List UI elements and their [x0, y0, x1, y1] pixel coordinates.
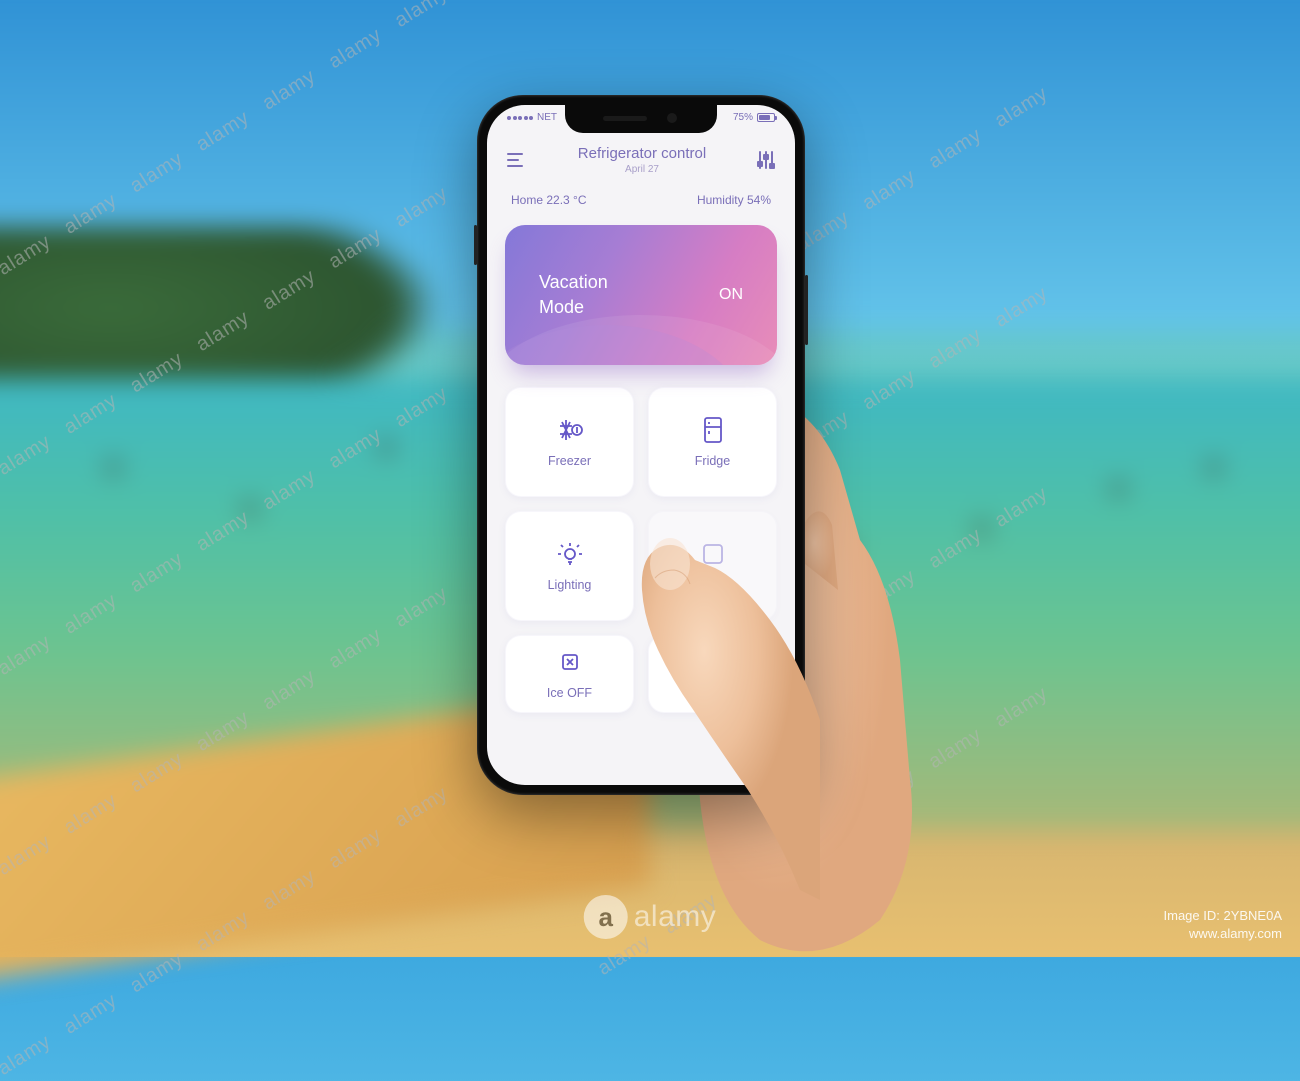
- ice-icon: [556, 648, 584, 676]
- humidity: Humidity 54%: [697, 193, 771, 207]
- battery-percent: 75%: [733, 112, 753, 123]
- tile-label: Filter: [699, 686, 727, 700]
- control-tiles: Freezer Fridge Lighting: [487, 365, 795, 713]
- phone-notch: [565, 105, 717, 133]
- ice-tile[interactable]: Ice OFF: [505, 635, 634, 713]
- filter-icon: [699, 648, 727, 676]
- menu-icon[interactable]: [507, 150, 527, 170]
- freezer-tile[interactable]: Freezer: [505, 387, 634, 497]
- freezer-icon: [556, 416, 584, 444]
- carrier-label: NET: [537, 112, 557, 123]
- vacation-mode-card[interactable]: Vacation Mode ON: [505, 225, 777, 365]
- home-temp: Home 22.3 °C: [511, 193, 587, 207]
- image-id: Image ID: 2YBNE0A www.alamy.com: [1164, 907, 1283, 943]
- fridge-tile[interactable]: Fridge: [648, 387, 777, 497]
- tile-label: Ice OFF: [547, 686, 592, 700]
- stats-row: Home 22.3 °C Humidity 54%: [487, 187, 795, 225]
- tile-label: Freezer: [548, 454, 591, 468]
- battery-icon: [757, 113, 775, 122]
- fridge-icon: [699, 416, 727, 444]
- vacation-title: Vacation Mode: [539, 270, 608, 320]
- generic-icon: [699, 540, 727, 568]
- tile-label: Fridge: [695, 454, 730, 468]
- page-title: Refrigerator control: [578, 145, 706, 162]
- phone-frame: NET 75% Refrigerator control April 27 Ho…: [477, 95, 805, 795]
- filter-tile[interactable]: Filter: [648, 635, 777, 713]
- hidden-tile[interactable]: [648, 511, 777, 621]
- vacation-status: ON: [719, 286, 743, 304]
- lightbulb-icon: [556, 540, 584, 568]
- tile-label: Lighting: [548, 578, 592, 592]
- sliders-icon[interactable]: [757, 151, 775, 169]
- lighting-tile[interactable]: Lighting: [505, 511, 634, 621]
- header-date: April 27: [578, 164, 706, 175]
- phone-screen: NET 75% Refrigerator control April 27 Ho…: [487, 105, 795, 785]
- signal-icon: [507, 116, 533, 120]
